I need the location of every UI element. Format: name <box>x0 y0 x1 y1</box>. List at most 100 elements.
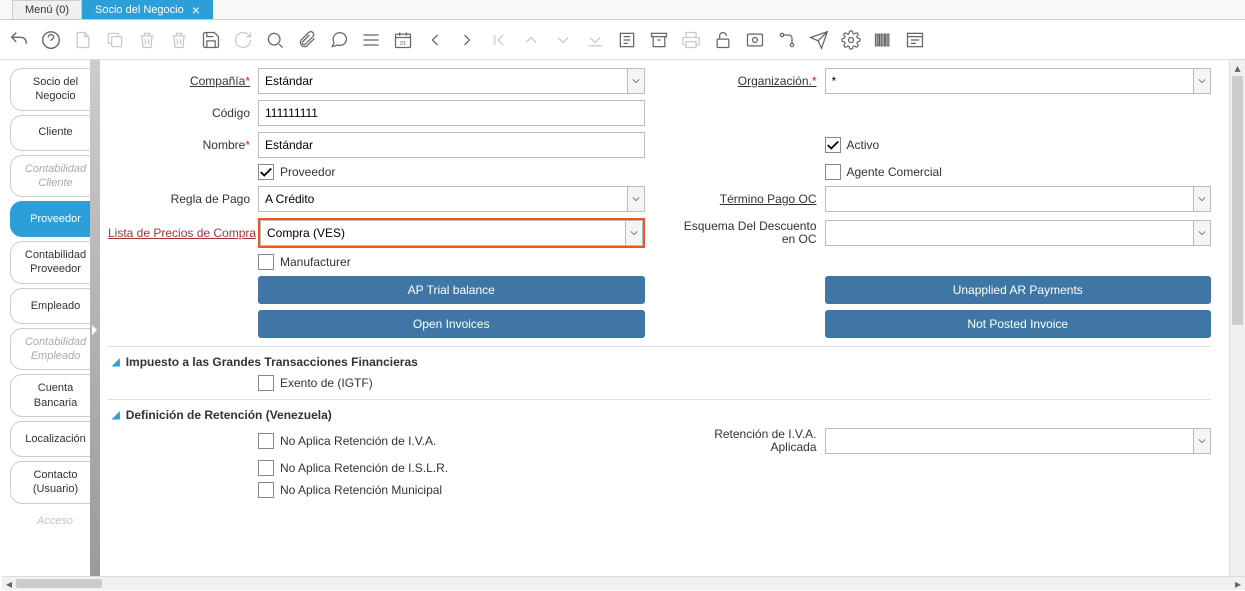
archive-icon[interactable] <box>648 29 670 51</box>
exento-igtf-checkbox[interactable]: Exento de (IGTF) <box>258 375 373 391</box>
sidebar-item-cliente[interactable]: Cliente <box>10 115 100 151</box>
workflow-icon[interactable] <box>776 29 798 51</box>
search-icon[interactable] <box>264 29 286 51</box>
sidebar-item-socio-negocio[interactable]: Socio delNegocio <box>10 68 100 111</box>
chat-icon[interactable] <box>328 29 350 51</box>
report-icon[interactable] <box>616 29 638 51</box>
ret-mun-checkbox[interactable]: No Aplica Retención Municipal <box>258 482 442 498</box>
esquema-descuento-input[interactable] <box>825 220 1194 246</box>
sidebar-item-contabilidad-cliente[interactable]: ContabilidadCliente <box>10 155 100 198</box>
scroll-thumb-h[interactable] <box>16 579 102 588</box>
barcode-icon[interactable] <box>872 29 894 51</box>
scroll-thumb[interactable] <box>1232 76 1243 325</box>
proveedor-checkbox[interactable]: Proveedor <box>258 164 335 180</box>
delete-icon[interactable] <box>136 29 158 51</box>
section-retencion-title: Definición de Retención (Venezuela) <box>126 408 332 422</box>
chevron-down-icon[interactable] <box>1193 428 1211 454</box>
help-icon[interactable] <box>40 29 62 51</box>
manufacturer-checkbox[interactable]: Manufacturer <box>258 254 351 270</box>
tab-socio-negocio[interactable]: Socio del Negocio × <box>82 0 213 19</box>
codigo-input[interactable] <box>258 100 645 126</box>
nombre-input[interactable] <box>258 132 645 158</box>
calendar-icon[interactable]: 31 <box>392 29 414 51</box>
tab-active-label: Socio del Negocio <box>95 4 184 16</box>
ret-mun-label: No Aplica Retención Municipal <box>280 483 442 497</box>
form-panel: Compañía* Organización.* Código <box>100 60 1229 590</box>
undo-icon[interactable] <box>8 29 30 51</box>
chevron-down-icon[interactable] <box>627 186 645 212</box>
esquema-descuento-combo[interactable] <box>825 220 1212 246</box>
vertical-scrollbar[interactable]: ▴ ▾ <box>1229 60 1245 590</box>
regla-pago-combo[interactable] <box>258 186 645 212</box>
sidebar-item-proveedor[interactable]: Proveedor <box>10 201 100 237</box>
ap-trial-balance-button[interactable]: AP Trial balance <box>258 276 645 304</box>
sidebar-item-contacto-usuario[interactable]: Contacto(Usuario) <box>10 461 100 504</box>
agente-checkbox[interactable]: Agente Comercial <box>825 164 942 180</box>
unapplied-ar-payments-button[interactable]: Unapplied AR Payments <box>825 276 1212 304</box>
sidebar-item-empleado[interactable]: Empleado <box>10 288 100 324</box>
section-igtf-title: Impuesto a las Grandes Transacciones Fin… <box>126 355 418 369</box>
not-posted-invoice-button[interactable]: Not Posted Invoice <box>825 310 1212 338</box>
tab-menu[interactable]: Menú (0) <box>12 0 82 19</box>
sidebar-item-contabilidad-empleado[interactable]: ContabilidadEmpleado <box>10 328 100 371</box>
last-icon[interactable] <box>584 29 606 51</box>
chevron-down-icon[interactable] <box>627 68 645 94</box>
proveedor-label: Proveedor <box>280 165 335 179</box>
agente-label: Agente Comercial <box>847 165 942 179</box>
scroll-right-icon[interactable]: ▸ <box>1231 577 1245 591</box>
compania-input[interactable] <box>258 68 627 94</box>
first-icon[interactable] <box>488 29 510 51</box>
label-codigo: Código <box>108 106 258 120</box>
lista-precios-input[interactable] <box>260 220 625 246</box>
chevron-down-icon[interactable] <box>625 220 643 246</box>
new-icon[interactable] <box>72 29 94 51</box>
prev-icon[interactable] <box>424 29 446 51</box>
copy-icon[interactable] <box>104 29 126 51</box>
scroll-left-icon[interactable]: ◂ <box>2 577 16 591</box>
organizacion-combo[interactable] <box>825 68 1212 94</box>
chevron-down-icon[interactable] <box>1193 186 1211 212</box>
ret-iva-checkbox[interactable]: No Aplica Retención de I.V.A. <box>258 433 436 449</box>
down-icon[interactable] <box>552 29 574 51</box>
sidebar-item-contabilidad-proveedor[interactable]: ContabilidadProveedor <box>10 241 100 284</box>
activo-checkbox[interactable]: Activo <box>825 137 880 153</box>
close-icon[interactable]: × <box>192 2 200 18</box>
section-igtf[interactable]: ◢ Impuesto a las Grandes Transacciones F… <box>108 346 1211 375</box>
side-gutter[interactable] <box>90 60 100 590</box>
send-icon[interactable] <box>808 29 830 51</box>
form-icon[interactable] <box>904 29 926 51</box>
zoom-icon[interactable] <box>744 29 766 51</box>
delete2-icon[interactable] <box>168 29 190 51</box>
lock-icon[interactable] <box>712 29 734 51</box>
sidebar-item-cuenta-bancaria[interactable]: CuentaBancaria <box>10 374 100 417</box>
refresh-icon[interactable] <box>232 29 254 51</box>
up-icon[interactable] <box>520 29 542 51</box>
lista-precios-combo[interactable] <box>258 218 645 248</box>
gear-icon[interactable] <box>840 29 862 51</box>
organizacion-input[interactable] <box>825 68 1194 94</box>
next-icon[interactable] <box>456 29 478 51</box>
termino-pago-input[interactable] <box>825 186 1194 212</box>
chevron-down-icon[interactable] <box>1193 220 1211 246</box>
label-compania: Compañía* <box>108 74 258 88</box>
chevron-down-icon[interactable] <box>1193 68 1211 94</box>
termino-pago-combo[interactable] <box>825 186 1212 212</box>
scroll-up-icon[interactable]: ▴ <box>1230 60 1245 76</box>
ret-iva-label: No Aplica Retención de I.V.A. <box>280 434 436 448</box>
ret-islr-checkbox[interactable]: No Aplica Retención de I.S.L.R. <box>258 460 448 476</box>
ret-iva-aplicada-combo[interactable] <box>825 428 1212 454</box>
sidebar-item-localizacion[interactable]: Localización <box>10 421 100 457</box>
compania-combo[interactable] <box>258 68 645 94</box>
print-icon[interactable] <box>680 29 702 51</box>
grid-icon[interactable] <box>360 29 382 51</box>
collapse-icon: ◢ <box>112 410 120 421</box>
horizontal-scrollbar[interactable]: ◂ ▸ <box>2 576 1245 590</box>
label-termino-pago: Término Pago OC <box>675 192 825 206</box>
attachment-icon[interactable] <box>296 29 318 51</box>
sidebar-item-acceso[interactable]: Acceso <box>10 508 100 534</box>
open-invoices-button[interactable]: Open Invoices <box>258 310 645 338</box>
save-icon[interactable] <box>200 29 222 51</box>
ret-iva-aplicada-input[interactable] <box>825 428 1194 454</box>
section-retencion[interactable]: ◢ Definición de Retención (Venezuela) <box>108 399 1211 428</box>
regla-pago-input[interactable] <box>258 186 627 212</box>
